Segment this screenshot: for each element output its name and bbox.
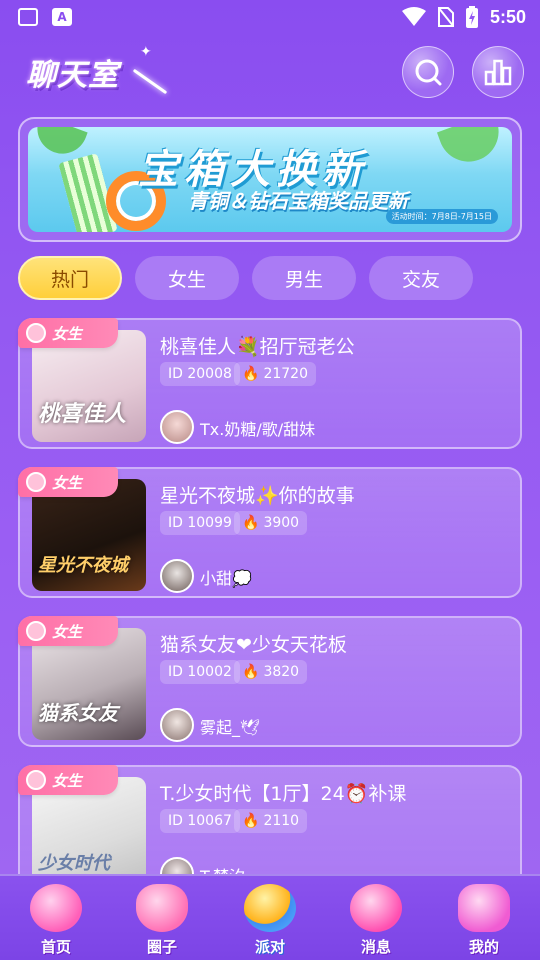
profile-icon	[458, 884, 510, 932]
chat-bubble-icon	[26, 472, 46, 492]
chat-bubble-icon	[26, 770, 46, 790]
gallery-icon	[18, 8, 38, 26]
wand-decoration	[132, 68, 168, 95]
flame-icon: 🔥	[242, 813, 260, 829]
nav-label: 派对	[254, 938, 285, 956]
circle-icon	[136, 884, 188, 932]
nav-label: 首页	[40, 938, 71, 956]
sparkle-icon: ✦	[140, 44, 152, 60]
nav-profile[interactable]: 我的	[444, 880, 524, 960]
wifi-icon	[401, 7, 426, 26]
room-heat: 🔥 3820	[234, 660, 308, 684]
heat-value: 2110	[263, 813, 300, 829]
nav-label: 圈子	[146, 938, 177, 956]
tag-label: 女生	[52, 324, 83, 343]
flame-icon: 🔥	[242, 515, 260, 531]
room-title: 猫系女友❤少女天花板	[160, 634, 347, 656]
app-notification-icon: A	[52, 8, 72, 26]
category-tabs: 热门 女生 男生 交友	[18, 256, 473, 300]
thumbnail-caption: 猫系女友	[38, 701, 118, 725]
room-card[interactable]: 猫系女友 女生 猫系女友❤少女天花板 ID 10002 🔥 3820 雾起_🕊	[18, 616, 522, 747]
room-title: T.少女时代【1厅】24⏰补课	[160, 783, 407, 805]
room-heat: 🔥 2110	[234, 809, 308, 833]
tab-hot[interactable]: 热门	[18, 256, 122, 300]
nav-label: 消息	[360, 938, 391, 956]
room-id: ID 10002	[160, 660, 240, 684]
status-bar: A 5:50	[0, 0, 540, 36]
banner-image: 宝箱大换新 青铜＆钻石宝箱奖品更新 活动时间：7月8日-7月15日	[28, 127, 512, 232]
room-id: ID 10099	[160, 511, 240, 535]
nav-party[interactable]: 派对	[230, 880, 310, 960]
banner-subtitle: 青铜＆钻石宝箱奖品更新	[188, 189, 408, 213]
status-notifications: A	[18, 8, 72, 26]
flame-icon: 🔥	[242, 664, 260, 680]
room-title: 桃喜佳人💐招厅冠老公	[160, 336, 355, 358]
tab-friends[interactable]: 交友	[369, 256, 473, 300]
chat-bubble-icon	[26, 323, 46, 343]
app-header: 聊天室 ✦	[0, 36, 540, 112]
banner-date: 活动时间：7月8日-7月15日	[385, 209, 498, 224]
leaf-decoration	[436, 127, 508, 171]
flame-icon: 🔥	[242, 366, 260, 382]
host-name: 小甜💭	[200, 569, 252, 588]
host-name: 雾起_🕊	[200, 718, 261, 737]
ranking-icon	[484, 59, 512, 86]
room-title: 星光不夜城✨你的故事	[160, 485, 355, 507]
room-id: ID 20008	[160, 362, 240, 386]
heat-value: 3820	[263, 664, 300, 680]
thumbnail-caption: 少女时代	[38, 853, 110, 874]
battery-icon	[465, 6, 478, 28]
ranking-button[interactable]	[472, 46, 524, 98]
gender-tag: 女生	[18, 318, 118, 348]
search-icon	[415, 59, 442, 86]
gender-tag: 女生	[18, 467, 118, 497]
host-avatar	[160, 559, 194, 593]
room-id: ID 10067	[160, 809, 240, 833]
party-icon	[244, 884, 296, 932]
gender-tag: 女生	[18, 616, 118, 646]
host-avatar	[160, 708, 194, 742]
nav-home[interactable]: 首页	[16, 880, 96, 960]
search-button[interactable]	[402, 46, 454, 98]
promo-banner[interactable]: 宝箱大换新 青铜＆钻石宝箱奖品更新 活动时间：7月8日-7月15日	[18, 117, 522, 242]
tag-label: 女生	[52, 622, 83, 641]
nav-messages[interactable]: 消息	[336, 880, 416, 960]
chat-bubble-icon	[26, 621, 46, 641]
bottom-nav: 首页 圈子 派对 消息 我的	[0, 874, 540, 960]
gender-tag: 女生	[18, 765, 118, 795]
home-icon	[30, 884, 82, 932]
host-name: Tx.奶糖/歌/甜妹	[200, 420, 316, 439]
no-sim-icon	[437, 7, 454, 27]
room-heat: 🔥 3900	[234, 511, 308, 535]
heat-value: 3900	[263, 515, 300, 531]
room-heat: 🔥 21720	[234, 362, 316, 386]
leaf-decoration	[30, 127, 88, 161]
room-card[interactable]: 星光不夜城 女生 星光不夜城✨你的故事 ID 10099 🔥 3900 小甜💭	[18, 467, 522, 598]
nav-label: 我的	[468, 938, 499, 956]
thumbnail-caption: 星光不夜城	[38, 555, 128, 576]
tab-girls[interactable]: 女生	[135, 256, 239, 300]
heat-value: 21720	[263, 366, 308, 382]
room-card[interactable]: 桃喜佳人 女生 桃喜佳人💐招厅冠老公 ID 20008 🔥 21720 Tx.奶…	[18, 318, 522, 449]
message-icon	[350, 884, 402, 932]
thumbnail-caption: 桃喜佳人	[38, 402, 127, 427]
tab-boys[interactable]: 男生	[252, 256, 356, 300]
tag-label: 女生	[52, 771, 83, 790]
tag-label: 女生	[52, 473, 83, 492]
nav-circle[interactable]: 圈子	[122, 880, 202, 960]
app-title: 聊天室	[26, 58, 119, 93]
host-avatar	[160, 410, 194, 444]
clock: 5:50	[489, 6, 526, 27]
